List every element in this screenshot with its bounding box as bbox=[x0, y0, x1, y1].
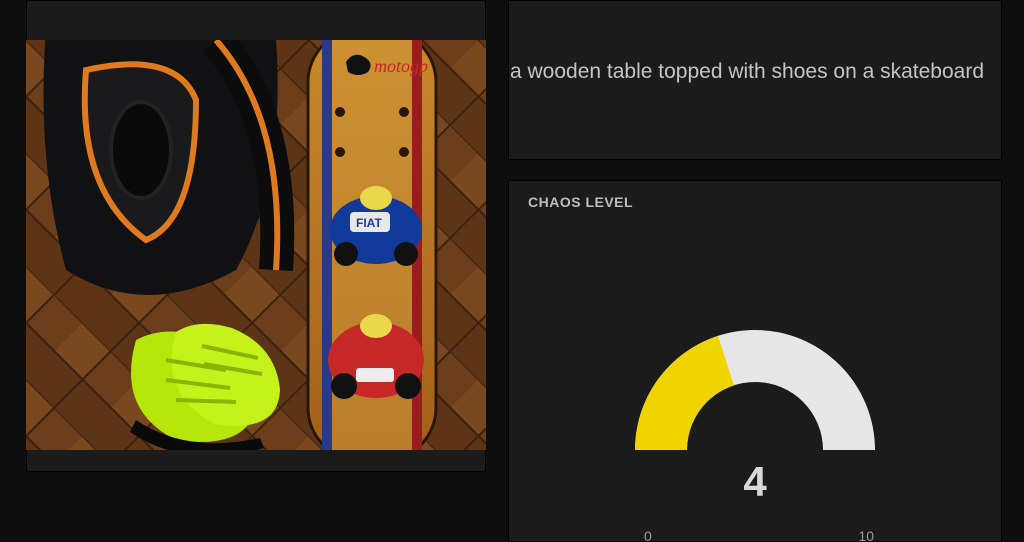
gauge-title: CHAOS LEVEL bbox=[528, 194, 633, 210]
skateboard-brand-text: motogp bbox=[374, 56, 428, 76]
caption-panel: a wooden table topped with shoes on a sk… bbox=[508, 0, 1002, 160]
image-illustration: motogp FIAT bbox=[26, 40, 486, 450]
gauge-fill bbox=[635, 336, 734, 450]
image-panel: motogp FIAT bbox=[26, 0, 486, 472]
skateboard: motogp FIAT bbox=[308, 40, 436, 450]
svg-text:FIAT: FIAT bbox=[356, 216, 382, 230]
input-image: motogp FIAT bbox=[26, 40, 486, 450]
backpack bbox=[44, 40, 278, 295]
caption-text: a wooden table topped with shoes on a sk… bbox=[510, 58, 990, 86]
gauge-value: 4 bbox=[508, 458, 1002, 506]
chaos-gauge-panel: CHAOS LEVEL 4 0 10 bbox=[508, 180, 1002, 542]
gauge-min-label: 0 bbox=[644, 528, 652, 542]
gauge-max-label: 10 bbox=[858, 528, 874, 542]
gauge: 4 0 10 bbox=[508, 250, 1002, 542]
